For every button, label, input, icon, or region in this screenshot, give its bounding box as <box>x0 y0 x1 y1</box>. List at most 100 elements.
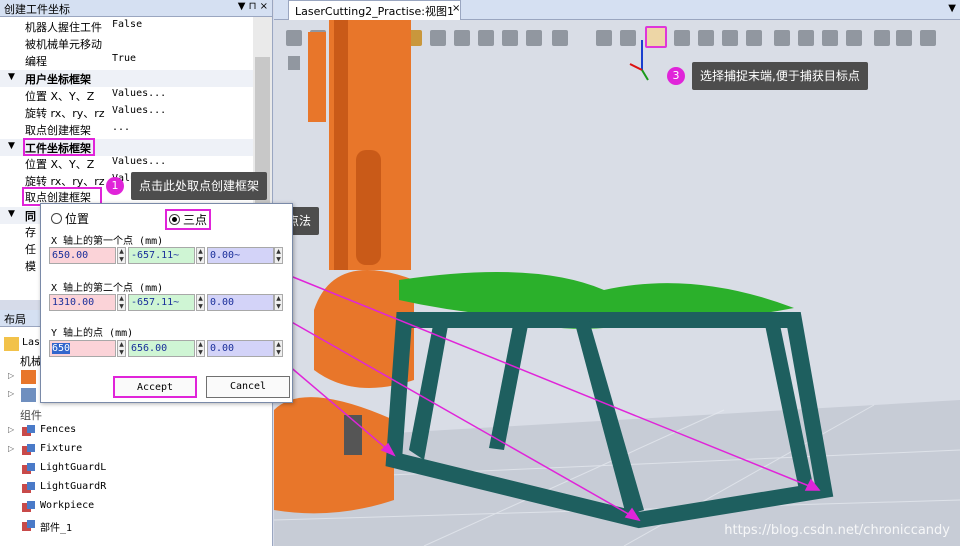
prop-value[interactable]: Values... <box>112 105 166 116</box>
create-frame-dialog: 位置 三点 X 轴上的第一个点 (mm) 650.00 ▲ ▼ -657.11~ … <box>40 203 293 403</box>
highlight-work-frame <box>23 138 95 156</box>
prop-value[interactable]: Values... <box>112 88 166 99</box>
station-icon <box>4 337 19 351</box>
prop-value[interactable]: Values... <box>112 156 166 167</box>
prop-key: 旋转 rx、ry、rz <box>25 107 105 120</box>
toolbar-icon[interactable] <box>774 30 790 46</box>
toolbar-icon[interactable] <box>846 30 862 46</box>
layout-title-text: 布局 <box>4 313 26 326</box>
spinner[interactable]: ▲ ▼ <box>274 247 283 264</box>
prop-key: 编程 <box>25 55 47 68</box>
panel-controls[interactable]: ▼ ⊓ × <box>238 1 268 12</box>
x-first-x-input[interactable]: 650.00 <box>49 247 116 264</box>
x-first-z-input[interactable]: 0.00~ <box>207 247 274 264</box>
expand-arrow-icon[interactable]: ▷ <box>8 389 14 398</box>
scene-canvas[interactable] <box>274 20 960 546</box>
toolbar-icon[interactable] <box>286 30 302 46</box>
toolbar-icon[interactable] <box>526 30 542 46</box>
toolbar-icon[interactable] <box>674 30 690 46</box>
play-icon[interactable] <box>288 56 300 70</box>
prop-key: 存 <box>25 226 36 239</box>
toolbar-icon[interactable] <box>746 30 762 46</box>
toolbar-icon[interactable] <box>620 30 636 46</box>
spinner[interactable]: ▲ ▼ <box>117 340 126 357</box>
y-point-x-input[interactable]: 650 <box>49 340 116 357</box>
toolbar-icon[interactable] <box>920 30 936 46</box>
spinner[interactable]: ▲ ▼ <box>196 294 205 311</box>
expand-arrow-icon[interactable]: ▷ <box>8 425 14 434</box>
toolbar-icon[interactable] <box>596 30 612 46</box>
spinner[interactable]: ▲ ▼ <box>274 294 283 311</box>
prop-row-user-rotation[interactable]: 旋转 rx、ry、rz Values... <box>0 105 253 122</box>
category-user-frame[interactable]: ▼ 用户坐标框架 <box>0 70 253 87</box>
radio-position[interactable]: 位置 <box>51 210 89 227</box>
toolbar-icon[interactable] <box>552 30 568 46</box>
prop-value[interactable]: False <box>112 19 142 30</box>
prop-row-moved-by-mech[interactable]: 被机械单元移动 <box>0 36 253 53</box>
toolbar-icon[interactable] <box>502 30 518 46</box>
category-title: 用户坐标框架 <box>25 73 91 86</box>
prop-row-user-position[interactable]: 位置 X、Y、Z Values... <box>0 88 253 105</box>
component-label: LightGuardR <box>40 481 107 492</box>
collapse-arrow-icon[interactable]: ▼ <box>8 209 15 219</box>
spinner[interactable]: ▲ ▼ <box>196 247 205 264</box>
watermark: https://blog.csdn.net/chroniccandy <box>724 523 950 538</box>
view-tab[interactable]: LaserCutting2_Practise:视图1 <box>288 0 462 20</box>
view-tab-bar: LaserCutting2_Practise:视图1 × ▼ <box>274 0 960 20</box>
3d-viewport[interactable]: LaserCutting2_Practise:视图1 × ▼ 3 选择捕捉末端,… <box>274 0 960 546</box>
x-second-y-input[interactable]: -657.11~ <box>128 294 195 311</box>
toolbar-icon[interactable] <box>454 30 470 46</box>
prop-row-programmed[interactable]: 编程 True <box>0 53 253 70</box>
toolbar-icon[interactable] <box>896 30 912 46</box>
radio-three-point[interactable]: 三点 <box>165 209 212 230</box>
component-label: LightGuardL <box>40 462 107 473</box>
component-icon <box>21 500 36 514</box>
component-icon <box>21 443 36 457</box>
y-point-z-input[interactable]: 0.00 <box>207 340 274 357</box>
radio-dot[interactable] <box>51 213 62 224</box>
station-label: Las <box>22 337 41 348</box>
snap-end-icon[interactable] <box>645 26 667 48</box>
prop-row-held-by-robot[interactable]: 机器人握住工件 False <box>0 19 253 36</box>
toolbar-icon[interactable] <box>798 30 814 46</box>
y-point-y-input[interactable]: 656.00 <box>128 340 195 357</box>
spinner[interactable]: ▲ ▼ <box>274 340 283 357</box>
toolbar-icon[interactable] <box>478 30 494 46</box>
prop-value[interactable]: ... <box>112 122 130 133</box>
prop-key: 取点创建框架 <box>25 124 91 137</box>
callout-1-badge: 1 <box>106 177 124 195</box>
spinner[interactable]: ▲ ▼ <box>117 247 126 264</box>
callout-3-badge: 3 <box>667 67 685 85</box>
close-tab-icon[interactable]: × <box>452 3 460 14</box>
component-label: Fences <box>40 424 77 435</box>
prop-row-user-pick-points[interactable]: 取点创建框架 ... <box>0 122 253 139</box>
x-first-y-input[interactable]: -657.11~ <box>128 247 195 264</box>
toolbar-icon[interactable] <box>698 30 714 46</box>
cancel-button[interactable]: Cancel <box>206 376 290 398</box>
toolbar-icon[interactable] <box>722 30 738 46</box>
spinner[interactable]: ▲ ▼ <box>196 340 205 357</box>
expand-arrow-icon[interactable]: ▷ <box>8 371 14 380</box>
accept-button[interactable]: Accept <box>113 376 197 398</box>
collapse-arrow-icon[interactable]: ▼ <box>8 141 15 151</box>
component-icon <box>21 424 36 438</box>
component-label: 部件_1 <box>40 523 73 534</box>
chevron-down-icon[interactable]: ▼ <box>948 3 956 14</box>
expand-arrow-icon[interactable]: ▷ <box>8 444 14 453</box>
mechanisms-label: 机械 <box>20 355 42 368</box>
prop-key: 位置 X、Y、Z <box>25 90 95 103</box>
x-second-x-input[interactable]: 1310.00 <box>49 294 116 311</box>
prop-value[interactable]: True <box>112 53 136 64</box>
toolbar-icon[interactable] <box>874 30 890 46</box>
x-axis-second-label: X 轴上的第二个点 (mm) <box>51 283 164 294</box>
toolbar-icon[interactable] <box>430 30 446 46</box>
spinner[interactable]: ▲ ▼ <box>117 294 126 311</box>
radio-label: 三点 <box>183 213 208 227</box>
collapse-arrow-icon[interactable]: ▼ <box>8 72 15 82</box>
toolbar-icon[interactable] <box>822 30 838 46</box>
category-title: 同 <box>25 210 36 223</box>
components-label: 组件 <box>20 409 42 422</box>
prop-row-work-position[interactable]: 位置 X、Y、Z Values... <box>0 156 253 173</box>
x-second-z-input[interactable]: 0.00 <box>207 294 274 311</box>
radio-dot-selected[interactable] <box>169 214 180 225</box>
